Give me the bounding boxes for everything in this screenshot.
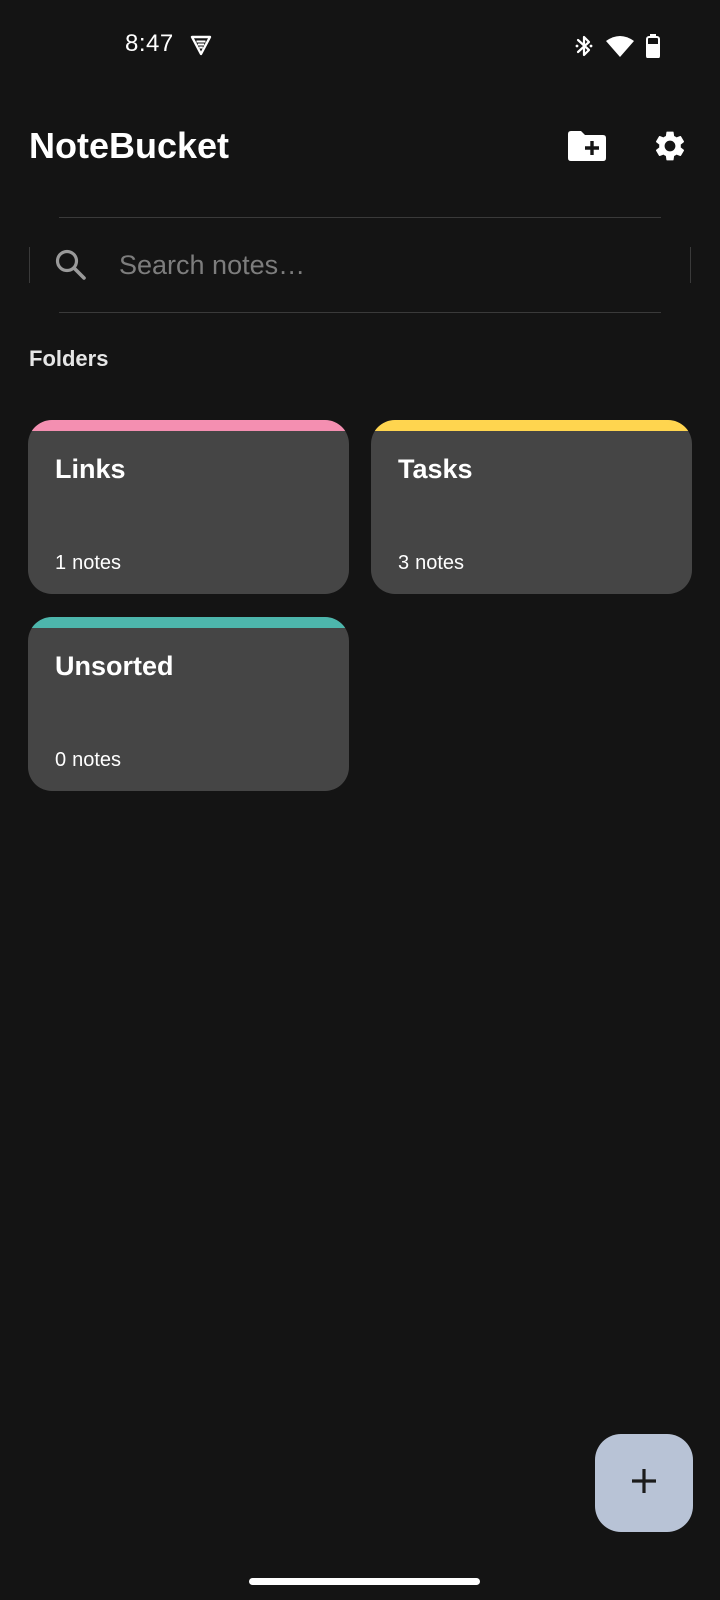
folder-accent xyxy=(28,617,349,628)
folder-accent xyxy=(28,420,349,431)
create-folder-button[interactable] xyxy=(561,122,613,174)
create-folder-icon xyxy=(568,130,606,166)
status-time: 8:47 xyxy=(125,30,174,57)
note-count-unit: notes xyxy=(72,552,122,574)
folder-accent xyxy=(371,420,692,431)
folder-note-count: 1 notes xyxy=(55,552,121,575)
folders-heading: Folders xyxy=(29,346,109,371)
search-border-top xyxy=(59,217,661,218)
note-count-value: 0 xyxy=(55,749,67,771)
search-input[interactable] xyxy=(119,241,659,289)
settings-button[interactable] xyxy=(644,122,696,174)
add-icon xyxy=(629,1466,659,1501)
status-bar: 8:47 xyxy=(0,0,720,92)
app-title: NoteBucket xyxy=(29,125,230,166)
folder-card-unsorted[interactable]: Unsorted 0 notes xyxy=(28,617,349,791)
folder-note-count: 3 notes xyxy=(398,552,464,575)
wifi-icon xyxy=(606,35,634,57)
note-count-value: 3 xyxy=(398,552,410,574)
vpn-icon xyxy=(189,33,213,57)
settings-icon xyxy=(652,128,688,169)
folder-note-count: 0 notes xyxy=(55,749,121,772)
note-count-value: 1 xyxy=(55,552,67,574)
gesture-navigation-bar[interactable] xyxy=(249,1578,480,1585)
folder-name: Links xyxy=(55,454,126,484)
status-icons xyxy=(574,32,660,60)
search-bar[interactable] xyxy=(29,217,691,313)
battery-icon xyxy=(646,34,660,58)
folder-card-tasks[interactable]: Tasks 3 notes xyxy=(371,420,692,594)
note-count-unit: notes xyxy=(415,552,465,574)
bluetooth-icon xyxy=(574,33,594,59)
search-border-right xyxy=(690,247,691,283)
search-border-left xyxy=(29,247,30,283)
note-count-unit: notes xyxy=(72,749,122,771)
folder-name: Unsorted xyxy=(55,651,174,681)
add-note-button[interactable] xyxy=(595,1434,693,1532)
search-icon xyxy=(53,247,89,283)
folder-card-links[interactable]: Links 1 notes xyxy=(28,420,349,594)
search-border-bottom xyxy=(59,312,661,313)
folder-name: Tasks xyxy=(398,454,473,484)
